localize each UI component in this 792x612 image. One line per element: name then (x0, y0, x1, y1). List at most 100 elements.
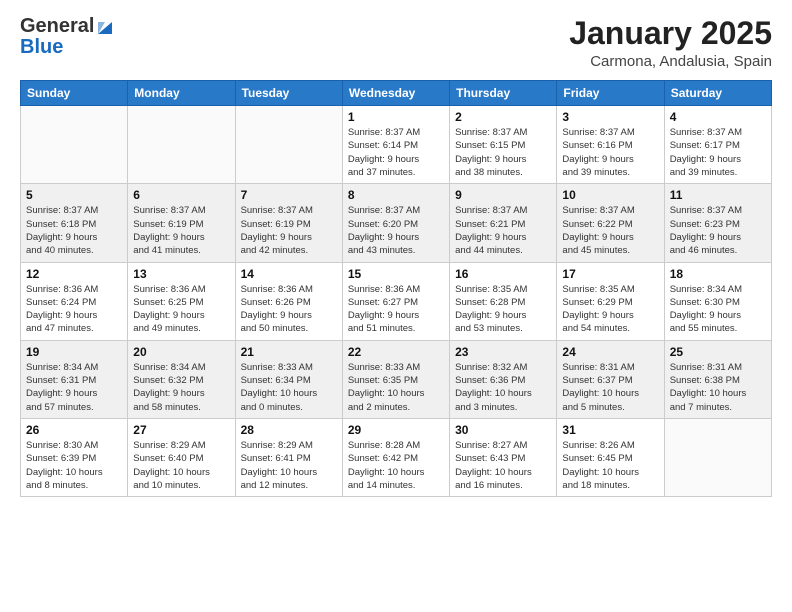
calendar-table: Sunday Monday Tuesday Wednesday Thursday… (20, 80, 772, 497)
day-info: Sunrise: 8:28 AM Sunset: 6:42 PM Dayligh… (348, 439, 444, 492)
day-info: Sunrise: 8:34 AM Sunset: 6:32 PM Dayligh… (133, 361, 229, 414)
day-number: 7 (241, 188, 337, 202)
day-number: 5 (26, 188, 122, 202)
day-info: Sunrise: 8:36 AM Sunset: 6:26 PM Dayligh… (241, 283, 337, 336)
day-info: Sunrise: 8:37 AM Sunset: 6:20 PM Dayligh… (348, 204, 444, 257)
day-info: Sunrise: 8:37 AM Sunset: 6:17 PM Dayligh… (670, 126, 766, 179)
calendar-week-5: 26 Sunrise: 8:30 AM Sunset: 6:39 PM Dayli… (21, 418, 772, 496)
calendar-cell: 1 Sunrise: 8:37 AM Sunset: 6:14 PM Daylig… (342, 106, 449, 184)
day-info: Sunrise: 8:37 AM Sunset: 6:19 PM Dayligh… (241, 204, 337, 257)
calendar-cell: 17 Sunrise: 8:35 AM Sunset: 6:29 PM Dayli… (557, 262, 664, 340)
day-number: 31 (562, 423, 658, 437)
day-info: Sunrise: 8:37 AM Sunset: 6:23 PM Dayligh… (670, 204, 766, 257)
day-number: 20 (133, 345, 229, 359)
calendar-cell: 21 Sunrise: 8:33 AM Sunset: 6:34 PM Dayli… (235, 340, 342, 418)
calendar-cell: 7 Sunrise: 8:37 AM Sunset: 6:19 PM Daylig… (235, 184, 342, 262)
day-info: Sunrise: 8:36 AM Sunset: 6:24 PM Dayligh… (26, 283, 122, 336)
header: General Blue January 2025 Carmona, Andal… (20, 16, 772, 70)
day-number: 14 (241, 267, 337, 281)
calendar-cell: 27 Sunrise: 8:29 AM Sunset: 6:40 PM Dayli… (128, 418, 235, 496)
day-number: 26 (26, 423, 122, 437)
day-number: 19 (26, 345, 122, 359)
day-number: 22 (348, 345, 444, 359)
day-info: Sunrise: 8:37 AM Sunset: 6:14 PM Dayligh… (348, 126, 444, 179)
calendar-cell: 19 Sunrise: 8:34 AM Sunset: 6:31 PM Dayli… (21, 340, 128, 418)
col-wednesday: Wednesday (342, 81, 449, 106)
day-number: 13 (133, 267, 229, 281)
calendar-cell: 9 Sunrise: 8:37 AM Sunset: 6:21 PM Daylig… (450, 184, 557, 262)
logo-general-text: General (20, 16, 94, 37)
day-number: 24 (562, 345, 658, 359)
col-tuesday: Tuesday (235, 81, 342, 106)
day-info: Sunrise: 8:37 AM Sunset: 6:15 PM Dayligh… (455, 126, 551, 179)
day-info: Sunrise: 8:31 AM Sunset: 6:38 PM Dayligh… (670, 361, 766, 414)
calendar-cell: 24 Sunrise: 8:31 AM Sunset: 6:37 PM Dayli… (557, 340, 664, 418)
calendar-week-1: 1 Sunrise: 8:37 AM Sunset: 6:14 PM Daylig… (21, 106, 772, 184)
day-info: Sunrise: 8:29 AM Sunset: 6:40 PM Dayligh… (133, 439, 229, 492)
day-info: Sunrise: 8:26 AM Sunset: 6:45 PM Dayligh… (562, 439, 658, 492)
calendar-cell: 12Sunrise: 8:36 AM Sunset: 6:24 PM Dayli… (21, 262, 128, 340)
day-info: Sunrise: 8:37 AM Sunset: 6:19 PM Dayligh… (133, 204, 229, 257)
day-info: Sunrise: 8:36 AM Sunset: 6:25 PM Dayligh… (133, 283, 229, 336)
calendar-cell (21, 106, 128, 184)
day-info: Sunrise: 8:36 AM Sunset: 6:27 PM Dayligh… (348, 283, 444, 336)
calendar-week-4: 19 Sunrise: 8:34 AM Sunset: 6:31 PM Dayli… (21, 340, 772, 418)
day-number: 30 (455, 423, 551, 437)
calendar-cell: 6 Sunrise: 8:37 AM Sunset: 6:19 PM Daylig… (128, 184, 235, 262)
calendar-cell: 20 Sunrise: 8:34 AM Sunset: 6:32 PM Dayli… (128, 340, 235, 418)
calendar-cell: 5Sunrise: 8:37 AM Sunset: 6:18 PM Daylig… (21, 184, 128, 262)
title-block: January 2025 Carmona, Andalusia, Spain (569, 16, 772, 70)
day-info: Sunrise: 8:37 AM Sunset: 6:21 PM Dayligh… (455, 204, 551, 257)
col-sunday: Sunday (21, 81, 128, 106)
day-info: Sunrise: 8:31 AM Sunset: 6:37 PM Dayligh… (562, 361, 658, 414)
calendar-cell: 14 Sunrise: 8:36 AM Sunset: 6:26 PM Dayli… (235, 262, 342, 340)
calendar-week-3: 12Sunrise: 8:36 AM Sunset: 6:24 PM Dayli… (21, 262, 772, 340)
day-info: Sunrise: 8:37 AM Sunset: 6:16 PM Dayligh… (562, 126, 658, 179)
day-info: Sunrise: 8:35 AM Sunset: 6:29 PM Dayligh… (562, 283, 658, 336)
day-number: 23 (455, 345, 551, 359)
day-number: 4 (670, 110, 766, 124)
calendar-title: January 2025 (569, 16, 772, 51)
day-number: 3 (562, 110, 658, 124)
col-saturday: Saturday (664, 81, 771, 106)
col-thursday: Thursday (450, 81, 557, 106)
page: General Blue January 2025 Carmona, Andal… (0, 0, 792, 513)
calendar-cell: 2Sunrise: 8:37 AM Sunset: 6:15 PM Daylig… (450, 106, 557, 184)
calendar-header-row: Sunday Monday Tuesday Wednesday Thursday… (21, 81, 772, 106)
day-info: Sunrise: 8:33 AM Sunset: 6:35 PM Dayligh… (348, 361, 444, 414)
day-number: 28 (241, 423, 337, 437)
day-number: 9 (455, 188, 551, 202)
logo-triangle-icon (96, 18, 114, 36)
calendar-cell: 11 Sunrise: 8:37 AM Sunset: 6:23 PM Dayli… (664, 184, 771, 262)
day-info: Sunrise: 8:35 AM Sunset: 6:28 PM Dayligh… (455, 283, 551, 336)
calendar-cell (664, 418, 771, 496)
day-info: Sunrise: 8:27 AM Sunset: 6:43 PM Dayligh… (455, 439, 551, 492)
calendar-cell (235, 106, 342, 184)
day-number: 11 (670, 188, 766, 202)
calendar-cell: 8Sunrise: 8:37 AM Sunset: 6:20 PM Daylig… (342, 184, 449, 262)
day-info: Sunrise: 8:30 AM Sunset: 6:39 PM Dayligh… (26, 439, 122, 492)
calendar-cell: 15 Sunrise: 8:36 AM Sunset: 6:27 PM Dayli… (342, 262, 449, 340)
calendar-cell: 31 Sunrise: 8:26 AM Sunset: 6:45 PM Dayli… (557, 418, 664, 496)
logo: General Blue (20, 16, 114, 58)
day-number: 18 (670, 267, 766, 281)
day-number: 25 (670, 345, 766, 359)
calendar-cell: 22 Sunrise: 8:33 AM Sunset: 6:35 PM Dayli… (342, 340, 449, 418)
day-number: 17 (562, 267, 658, 281)
day-number: 1 (348, 110, 444, 124)
calendar-cell: 18Sunrise: 8:34 AM Sunset: 6:30 PM Dayli… (664, 262, 771, 340)
calendar-cell: 10Sunrise: 8:37 AM Sunset: 6:22 PM Dayli… (557, 184, 664, 262)
day-number: 27 (133, 423, 229, 437)
col-friday: Friday (557, 81, 664, 106)
calendar-cell: 23Sunrise: 8:32 AM Sunset: 6:36 PM Dayli… (450, 340, 557, 418)
day-number: 6 (133, 188, 229, 202)
day-number: 21 (241, 345, 337, 359)
day-info: Sunrise: 8:29 AM Sunset: 6:41 PM Dayligh… (241, 439, 337, 492)
day-number: 15 (348, 267, 444, 281)
day-number: 16 (455, 267, 551, 281)
day-info: Sunrise: 8:34 AM Sunset: 6:31 PM Dayligh… (26, 361, 122, 414)
day-info: Sunrise: 8:33 AM Sunset: 6:34 PM Dayligh… (241, 361, 337, 414)
calendar-location: Carmona, Andalusia, Spain (569, 53, 772, 70)
day-number: 29 (348, 423, 444, 437)
calendar-cell (128, 106, 235, 184)
